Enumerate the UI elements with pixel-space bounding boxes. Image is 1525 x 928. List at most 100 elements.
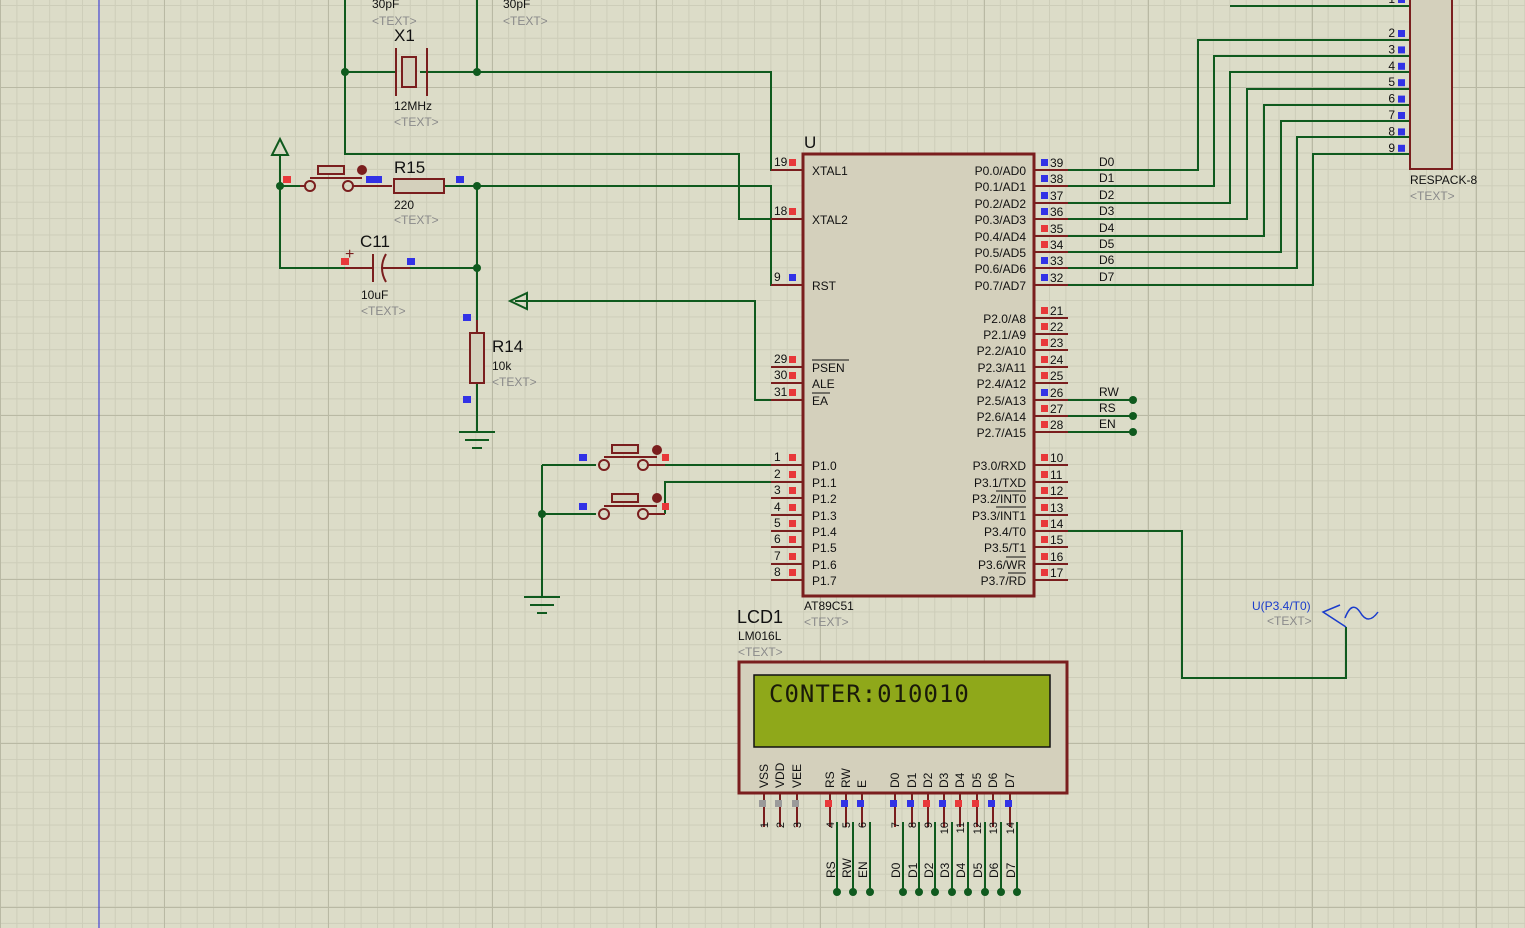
mcu-pin-name: P0.5/AD5 <box>975 246 1027 260</box>
lcd-pin-13[interactable]: D6 13 D6 <box>986 772 1001 878</box>
respack-pin-4[interactable]: 4 <box>1388 59 1405 73</box>
mcu-placeholder: <TEXT> <box>804 615 849 629</box>
lcd-pin-name: D4 <box>953 772 967 788</box>
mcu-pin-name: ALE <box>812 377 835 391</box>
lcd-pin-2[interactable]: VDD 2 <box>773 762 787 828</box>
lcd-pin-number: 1 <box>759 822 771 828</box>
mcu-pin-name: P0.2/AD2 <box>975 197 1027 211</box>
lcd-pin-name: D1 <box>905 772 919 788</box>
mcu-pin-number: 26 <box>1050 386 1064 400</box>
net-label: D3 <box>1099 204 1115 218</box>
respack-pin-6[interactable]: 6 <box>1388 92 1405 106</box>
mcu-pin-name: P2.1/A9 <box>983 328 1026 342</box>
lcd-net-label: D0 <box>889 862 903 878</box>
mcu-pin-number: 15 <box>1050 533 1064 547</box>
lcd-pin-name: D7 <box>1003 772 1017 788</box>
lcd-pin-name: D5 <box>970 772 984 788</box>
lcd-pin-14[interactable]: D7 14 D7 <box>1003 772 1018 878</box>
mcu-pin-name: P0.7/AD7 <box>975 279 1027 293</box>
respack-pin-5[interactable]: 5 <box>1388 75 1405 89</box>
lcd-pin-8[interactable]: D1 8 D1 <box>905 772 920 878</box>
power-terminal <box>270 136 290 156</box>
mcu-pin-number: 13 <box>1050 501 1064 515</box>
mcu-pin-name: P3.6/WR <box>978 558 1026 572</box>
mcu-pin-name: P2.0/A8 <box>983 312 1026 326</box>
respack-placeholder: <TEXT> <box>1410 189 1455 203</box>
lcd-pin-9[interactable]: D2 9 D2 <box>921 772 936 878</box>
mcu-pin-name: P1.2 <box>812 492 837 506</box>
x1-value: 12MHz <box>394 99 432 113</box>
mcu-pin-number: 33 <box>1050 254 1064 268</box>
mcu-pin-number: 38 <box>1050 172 1064 186</box>
mcu-pin-number: 31 <box>774 385 788 399</box>
mcu-pin-name: P3.4/T0 <box>984 525 1026 539</box>
lcd-pin-12[interactable]: D5 12 D5 <box>970 772 985 878</box>
lcd-pin-1[interactable]: VSS 1 <box>757 764 771 828</box>
mcu-pin-name: P0.6/AD6 <box>975 262 1027 276</box>
lcd-pin-6[interactable]: E 6 EN <box>855 780 870 878</box>
net-label: D6 <box>1099 253 1115 267</box>
lcd-pin-4[interactable]: RS 4 RS <box>823 771 838 878</box>
mcu-pin-number: 3 <box>774 483 781 497</box>
lcd-pin-10[interactable]: D3 10 D3 <box>937 772 952 878</box>
mcu-pin-number: 25 <box>1050 369 1064 383</box>
respack-8[interactable]: 1 2 3 4 5 6 7 8 9 RESPACK-8 <TEXT> <box>1388 0 1477 203</box>
respack-pin-7[interactable]: 7 <box>1388 108 1405 122</box>
reset-button[interactable] <box>283 165 392 192</box>
mcu-pin-number: 9 <box>774 270 781 284</box>
mcu-pin-number: 14 <box>1050 517 1064 531</box>
cap-left-placeholder: <TEXT> <box>372 14 417 28</box>
mcu-pin-number: 27 <box>1050 402 1064 416</box>
mcu-pin-number: 34 <box>1050 238 1064 252</box>
mcu-pin-name: P3.1/TXD <box>974 476 1026 490</box>
mcu-pin-number: 28 <box>1050 418 1064 432</box>
lcd-name: LCD1 <box>737 607 783 627</box>
respack-pin-9[interactable]: 9 <box>1388 141 1405 155</box>
mcu-pin-number: 1 <box>774 450 781 464</box>
mcu-pin-number: 37 <box>1050 189 1064 203</box>
ground-symbol <box>459 431 495 449</box>
r15-value: 220 <box>394 198 414 212</box>
respack-pin-2[interactable]: 2 <box>1388 26 1405 40</box>
mcu-pin-name: P1.0 <box>812 459 837 473</box>
mcu-pin-number: 30 <box>774 368 788 382</box>
lcd-pin-11[interactable]: D4 11 D4 <box>953 772 968 878</box>
mcu-pin-name: P0.4/AD4 <box>975 230 1027 244</box>
lcd-placeholder: <TEXT> <box>738 645 783 659</box>
resistor-r14[interactable]: R14 10k <TEXT> <box>463 314 537 403</box>
cap-right-placeholder: <TEXT> <box>503 14 548 28</box>
lcd-pin-7[interactable]: D0 7 D0 <box>888 772 903 878</box>
lcd-net-label: D4 <box>954 862 968 878</box>
resistor-r15[interactable]: R15 220 <TEXT> <box>393 158 464 227</box>
lcd-pin-number: 3 <box>792 822 804 828</box>
lcd-pin-3[interactable]: VEE 3 <box>790 764 804 828</box>
respack-pins: 1 2 3 4 5 6 7 8 9 <box>1388 0 1405 155</box>
respack-pin-number: 2 <box>1388 26 1395 40</box>
schematic-drawing[interactable]: X1 12MHz <TEXT> 30pF <TEXT> 30pF <TEXT> … <box>0 0 1525 928</box>
lcd-net-label: D6 <box>987 862 1001 878</box>
r14-placeholder: <TEXT> <box>492 375 537 389</box>
mcu-pin-name: EA <box>812 394 828 408</box>
mcu-pin-number: 21 <box>1050 304 1064 318</box>
mcu-pin-name: P3.3/INT1 <box>972 509 1026 523</box>
lcd-pin-5[interactable]: RW 5 RW <box>839 768 854 878</box>
button-p1-1[interactable] <box>579 493 669 520</box>
lcd-pin-number: 6 <box>857 822 869 828</box>
lcd-net-label: D3 <box>938 862 952 878</box>
lcd-net-label: D5 <box>971 862 985 878</box>
ground-symbol-buttons <box>524 596 560 614</box>
crystal-x1[interactable]: X1 12MHz <TEXT> <box>394 26 439 129</box>
lcd-net-label: D2 <box>922 862 936 878</box>
lcd-pin-number: 11 <box>955 822 967 833</box>
capacitor-c11[interactable]: + C11 10uF <TEXT> <box>341 232 415 318</box>
lcd-pin-name: VEE <box>790 764 804 788</box>
signal-probe[interactable]: U(P3.4/T0) <TEXT> <box>1252 599 1379 628</box>
respack-pin-3[interactable]: 3 <box>1388 42 1405 56</box>
mcu-pin-name: P0.1/AD1 <box>975 180 1027 194</box>
button-p1-0[interactable] <box>579 444 669 471</box>
mcu-pin-name: P2.7/A15 <box>977 426 1027 440</box>
mcu-pin-number: 8 <box>774 565 781 579</box>
mcu-pin-name: P2.6/A14 <box>977 410 1027 424</box>
mcu-at89c51[interactable]: U AT89C51 <TEXT> 19XTAL118XTAL29RST29PSE… <box>771 133 1119 629</box>
r14-name: R14 <box>492 337 523 356</box>
